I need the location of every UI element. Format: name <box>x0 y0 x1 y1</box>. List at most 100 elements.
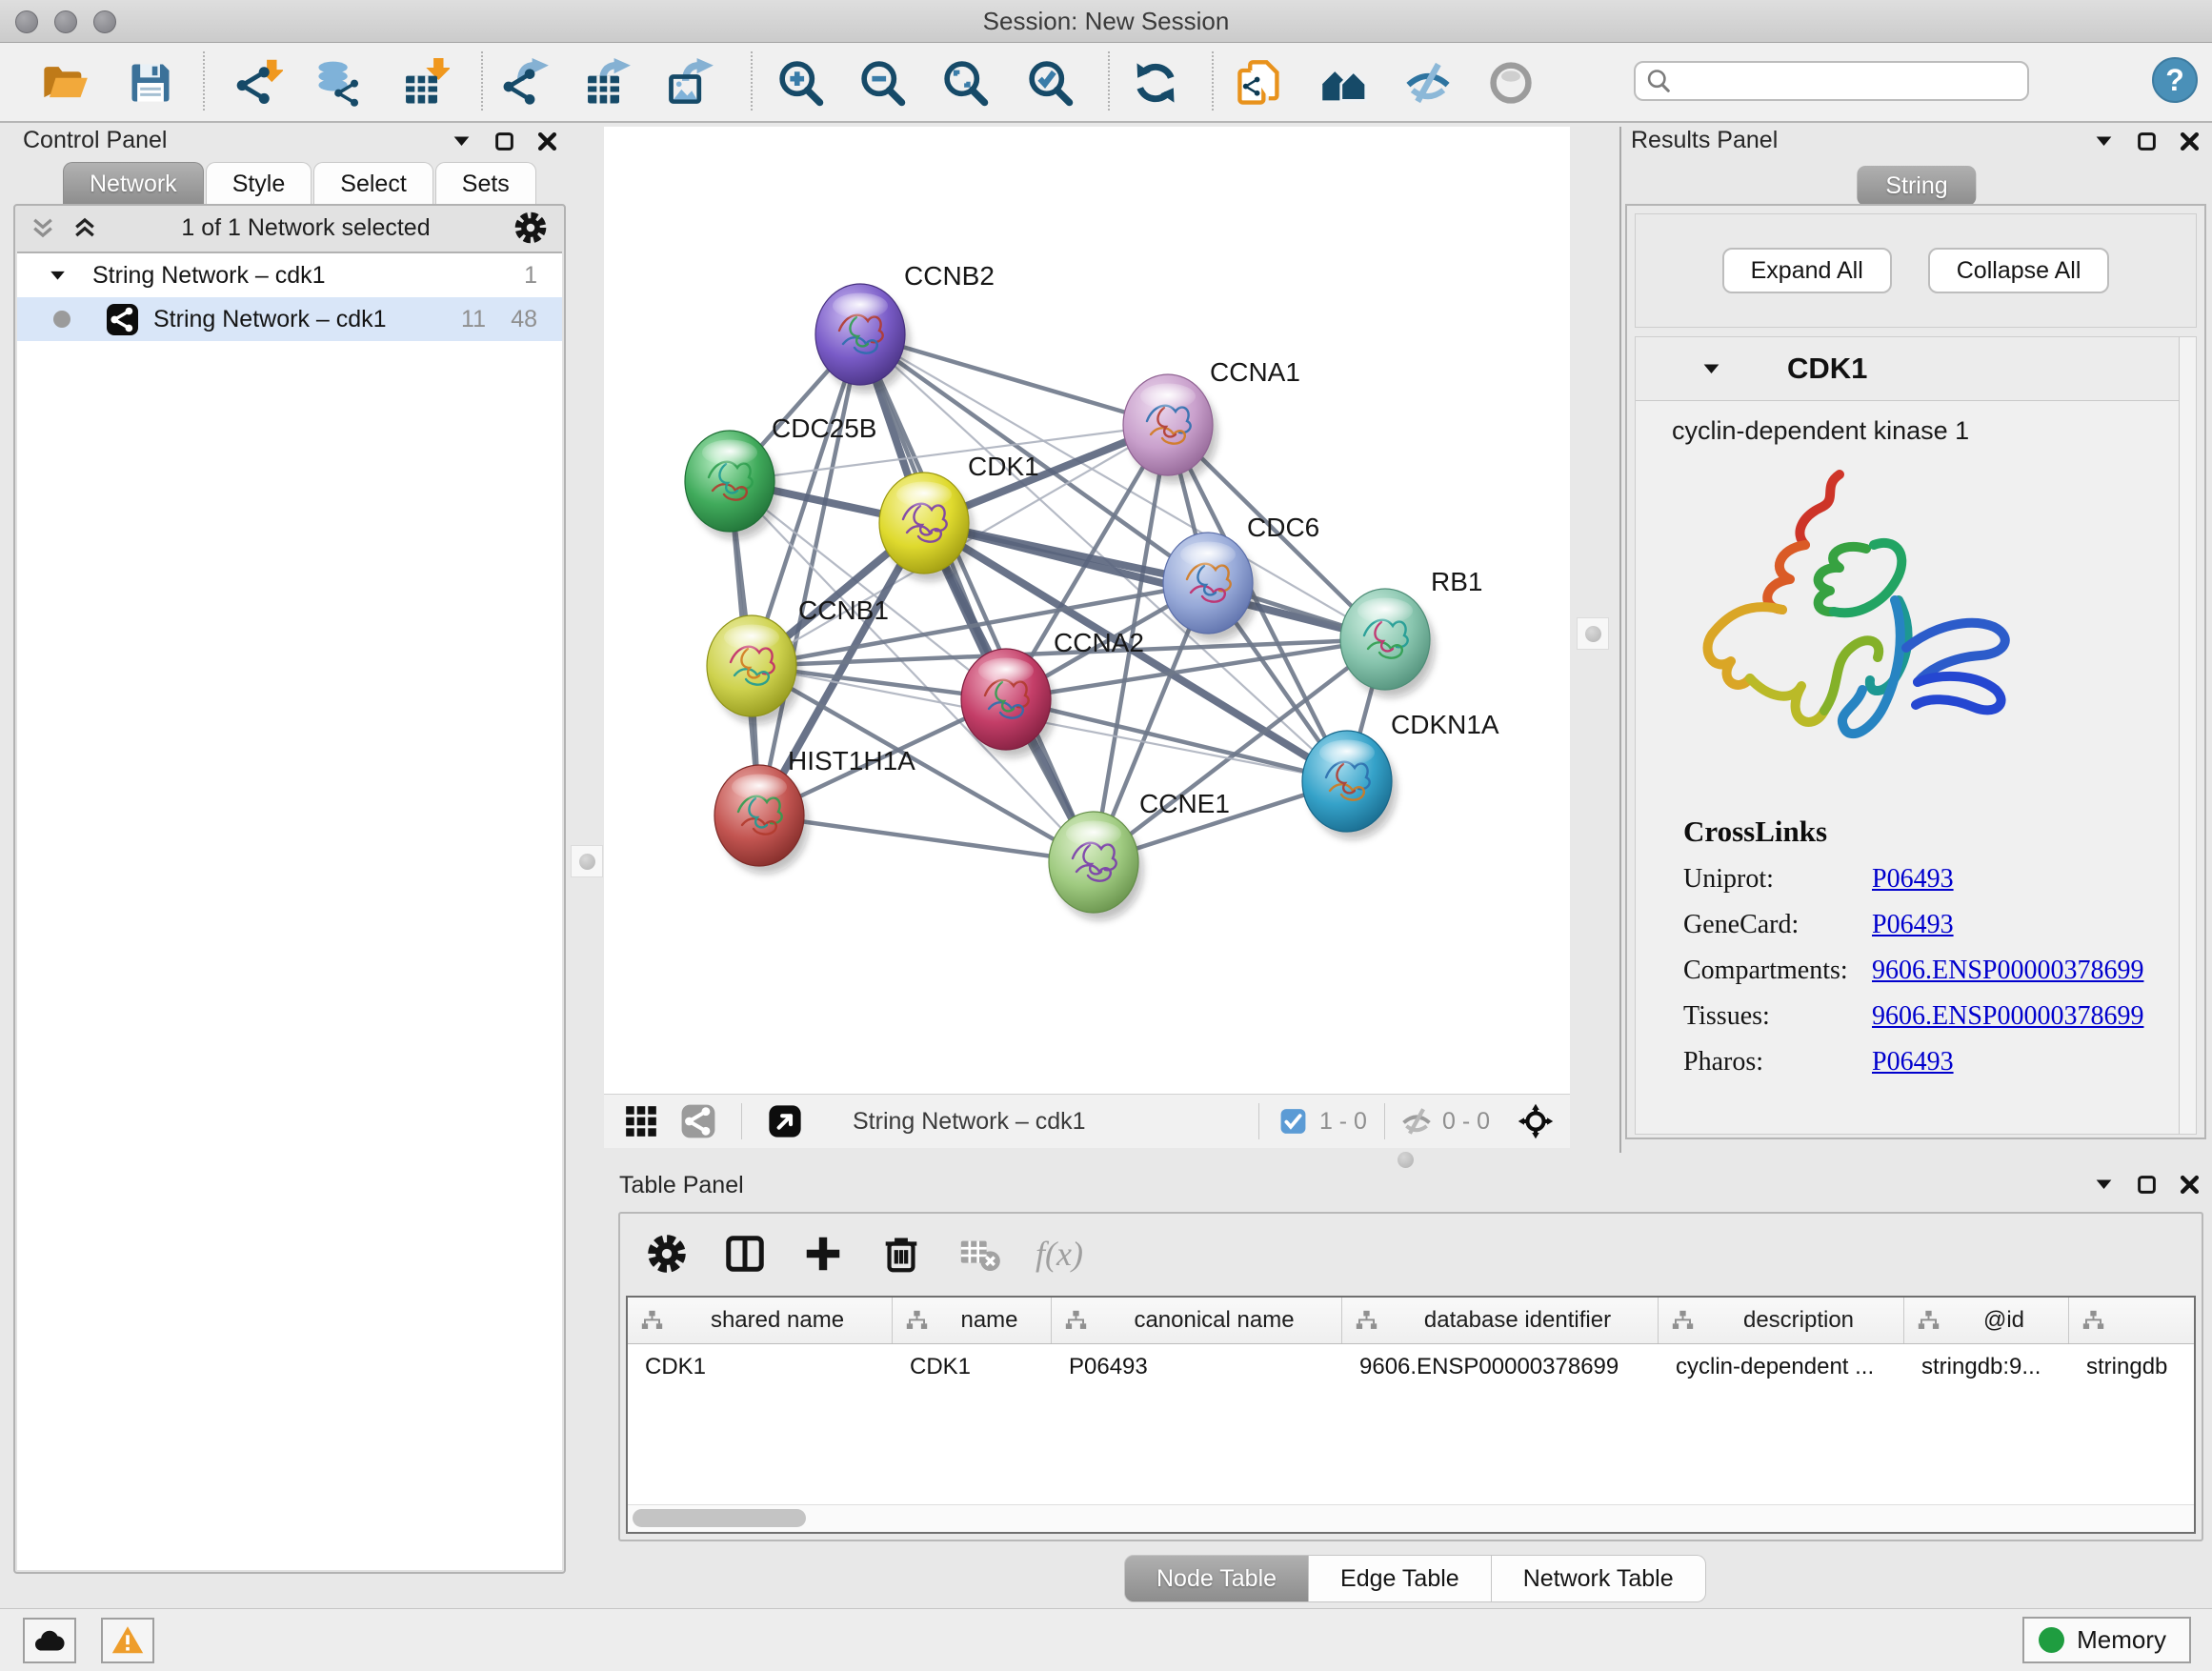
network-node-HIST1H1A[interactable] <box>714 765 809 874</box>
search-box[interactable] <box>1634 61 2029 101</box>
hide-selected-button[interactable] <box>1401 56 1455 110</box>
network-node-CCNE1[interactable] <box>1049 812 1143 920</box>
string-badge-icon[interactable] <box>680 1103 716 1139</box>
import-network-from-file-button[interactable] <box>231 56 285 110</box>
close-panel-icon[interactable] <box>2177 1172 2202 1198</box>
memory-button[interactable]: Memory <box>2022 1617 2191 1663</box>
export-image-button[interactable] <box>663 56 716 110</box>
tab-sets[interactable]: Sets <box>435 162 536 205</box>
column-header-database-identifier[interactable]: database identifier <box>1342 1298 1659 1343</box>
export-table-button[interactable] <box>580 56 633 110</box>
crosshair-icon[interactable] <box>1515 1103 1557 1139</box>
compartments-link[interactable]: 9606.ENSP00000378699 <box>1872 956 2143 986</box>
left-splitter-grip[interactable] <box>571 845 603 877</box>
delete-column-icon[interactable] <box>879 1232 923 1276</box>
network-collection-row[interactable]: String Network – cdk1 1 <box>17 253 562 297</box>
table-cell[interactable]: P06493 <box>1052 1344 1342 1390</box>
float-panel-icon[interactable] <box>2134 1172 2160 1198</box>
tab-network-table[interactable]: Network Table <box>1492 1555 1706 1602</box>
selected-checkbox-icon[interactable] <box>1278 1103 1308 1139</box>
expand-all-button[interactable]: Expand All <box>1722 248 1892 293</box>
tab-select[interactable]: Select <box>313 162 432 205</box>
expand-all-icon[interactable] <box>70 213 99 242</box>
scrollbar-thumb[interactable] <box>633 1509 806 1527</box>
refresh-view-button[interactable] <box>1129 56 1182 110</box>
right-splitter-grip[interactable] <box>1577 617 1609 650</box>
right-splitter[interactable] <box>1570 127 1621 1153</box>
column-header--id[interactable]: @id <box>1904 1298 2069 1343</box>
show-columns-icon[interactable] <box>723 1232 767 1276</box>
network-node-CDK1[interactable] <box>879 473 974 581</box>
table-row[interactable]: CDK1CDK1P064939606.ENSP00000378699cyclin… <box>628 1344 2194 1390</box>
collapse-all-icon[interactable] <box>29 213 57 242</box>
network-row[interactable]: String Network – cdk1 11 48 <box>17 297 562 341</box>
left-splitter[interactable] <box>570 127 604 1576</box>
tab-string[interactable]: String <box>1857 166 1976 206</box>
import-table-from-file-button[interactable] <box>398 56 452 110</box>
export-network-button[interactable] <box>498 56 552 110</box>
network-node-CDKN1A[interactable] <box>1302 731 1397 839</box>
table-cell[interactable]: CDK1 <box>893 1344 1052 1390</box>
close-window-button[interactable] <box>15 10 38 33</box>
tab-node-table[interactable]: Node Table <box>1124 1555 1309 1602</box>
float-panel-icon[interactable] <box>2134 129 2160 154</box>
clone-network-button[interactable] <box>1233 56 1286 110</box>
collection-caret-icon[interactable] <box>46 264 70 288</box>
panel-menu-icon[interactable] <box>2091 1172 2117 1198</box>
birds-eye-view-icon[interactable] <box>767 1103 803 1139</box>
help-button[interactable]: ? <box>2152 57 2198 103</box>
warnings-button[interactable] <box>101 1618 154 1663</box>
genecard-link[interactable]: P06493 <box>1872 910 1954 940</box>
column-header-namespace[interactable]: namespace <box>2069 1298 2196 1343</box>
column-header-name[interactable]: name <box>893 1298 1052 1343</box>
grid-view-icon[interactable] <box>623 1103 659 1139</box>
column-header-description[interactable]: description <box>1659 1298 1904 1343</box>
zoom-out-button[interactable] <box>855 56 909 110</box>
pharos-link[interactable]: P06493 <box>1872 1047 1954 1077</box>
save-session-button[interactable] <box>124 56 177 110</box>
first-neighbors-button[interactable] <box>1317 56 1371 110</box>
show-graphics-details-button[interactable] <box>1484 56 1538 110</box>
table-settings-gear-icon[interactable] <box>645 1232 689 1276</box>
results-scrollbar[interactable] <box>2179 337 2196 1134</box>
network-node-RB1[interactable] <box>1340 589 1435 697</box>
table-cell[interactable]: stringdb <box>2069 1344 2196 1390</box>
zoom-in-button[interactable] <box>774 56 827 110</box>
node-entry-header[interactable]: CDK1 <box>1636 337 2196 401</box>
column-header-shared-name[interactable]: shared name <box>628 1298 893 1343</box>
network-node-CCNA1[interactable] <box>1123 374 1217 483</box>
horizontal-splitter-grip[interactable] <box>1398 1152 1414 1168</box>
add-column-icon[interactable] <box>801 1232 845 1276</box>
uniprot-link[interactable]: P06493 <box>1872 864 1954 895</box>
tab-edge-table[interactable]: Edge Table <box>1309 1555 1492 1602</box>
zoom-selected-button[interactable] <box>1023 56 1076 110</box>
network-node-CCNA2[interactable] <box>961 649 1056 757</box>
open-session-button[interactable] <box>38 56 91 110</box>
network-canvas[interactable]: CCNB2CCNA1CDC25BCDK1CDC6RB1CCNB1CCNA2CDK… <box>604 127 1570 1094</box>
table-cell[interactable]: stringdb:9... <box>1904 1344 2069 1390</box>
tab-network[interactable]: Network <box>63 162 204 205</box>
table-cell[interactable]: cyclin-dependent ... <box>1659 1344 1904 1390</box>
tissues-link[interactable]: 9606.ENSP00000378699 <box>1872 1001 2143 1032</box>
network-node-CCNB2[interactable] <box>815 284 910 393</box>
entry-caret-icon[interactable] <box>1699 356 1724 382</box>
zoom-fit-button[interactable] <box>938 56 992 110</box>
close-panel-icon[interactable] <box>534 129 560 154</box>
cloud-status-button[interactable] <box>23 1618 76 1663</box>
panel-menu-icon[interactable] <box>449 129 474 154</box>
column-header-canonical-name[interactable]: canonical name <box>1052 1298 1342 1343</box>
gear-icon[interactable] <box>513 210 549 246</box>
close-panel-icon[interactable] <box>2177 129 2202 154</box>
maximize-window-button[interactable] <box>93 10 116 33</box>
table-cell[interactable]: CDK1 <box>628 1344 893 1390</box>
table-horizontal-scrollbar[interactable] <box>628 1504 2194 1532</box>
collapse-all-button[interactable]: Collapse All <box>1928 248 2110 293</box>
panel-menu-icon[interactable] <box>2091 129 2117 154</box>
minimize-window-button[interactable] <box>54 10 77 33</box>
tab-style[interactable]: Style <box>206 162 312 205</box>
float-panel-icon[interactable] <box>492 129 517 154</box>
table-cell[interactable]: 9606.ENSP00000378699 <box>1342 1344 1659 1390</box>
network-node-CDC25B[interactable] <box>685 431 779 539</box>
search-input[interactable] <box>1672 64 2027 98</box>
import-network-from-database-button[interactable] <box>312 56 365 110</box>
